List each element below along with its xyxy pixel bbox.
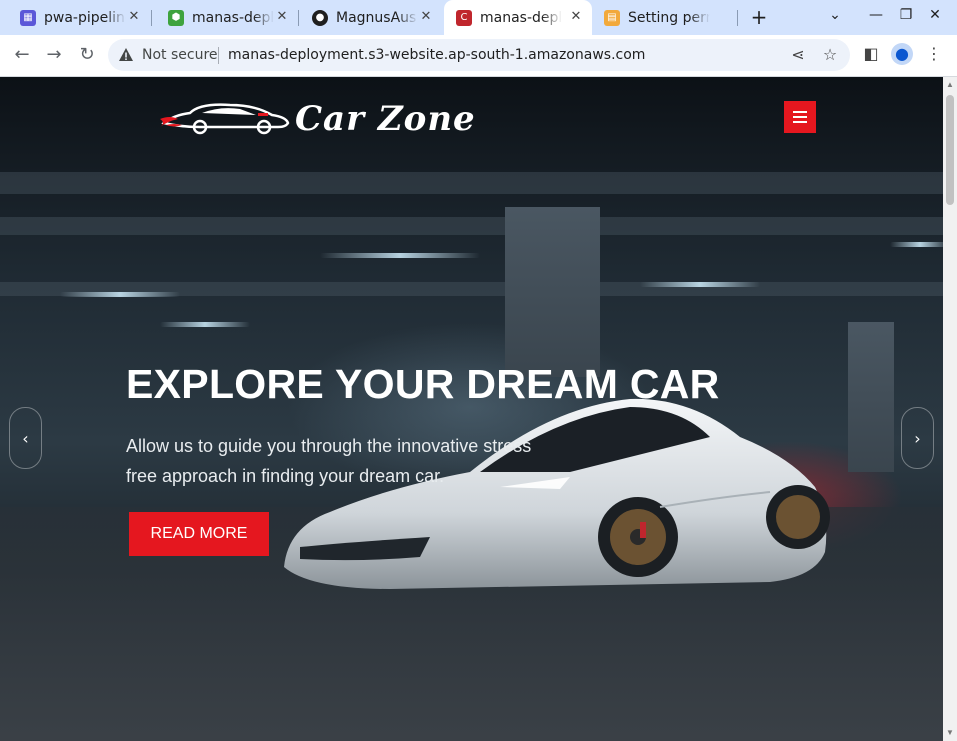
close-icon[interactable]: ✕: [418, 9, 434, 24]
bookmark-star-icon[interactable]: ☆: [820, 45, 840, 64]
car-logo-icon: [160, 103, 290, 135]
ceiling-beam: [0, 217, 943, 235]
profile-avatar-icon[interactable]: ●: [891, 43, 913, 65]
menu-icon-bar: [793, 116, 807, 118]
scroll-down-icon[interactable]: ▼: [946, 729, 954, 737]
scroll-thumb[interactable]: [946, 95, 954, 205]
tab-search-icon[interactable]: ⌄: [826, 7, 844, 23]
close-icon[interactable]: ✕: [274, 9, 290, 24]
forward-icon[interactable]: →: [42, 43, 66, 67]
url-text[interactable]: manas-deployment.s3-website.ap-south-1.a…: [228, 47, 645, 63]
close-window-icon[interactable]: ✕: [926, 7, 944, 23]
carousel-next-button[interactable]: ›: [901, 407, 934, 469]
page-scrollbar[interactable]: ▲ ▼: [943, 77, 957, 741]
hero-description: Allow us to guide you through the innova…: [126, 436, 532, 486]
ceiling-beam: [0, 172, 943, 194]
share-icon[interactable]: ⋖: [788, 45, 808, 64]
new-tab-button[interactable]: +: [748, 5, 770, 29]
ceiling-light: [60, 292, 180, 297]
tab-github[interactable]: ● MagnusAus ✕: [292, 0, 442, 35]
pipeline-icon: ▦: [20, 9, 36, 26]
tab-pwa-pipeline[interactable]: ▦ pwa-pipeline ✕: [0, 0, 150, 35]
chevron-left-icon: ‹: [22, 428, 29, 448]
read-more-button[interactable]: READ MORE: [129, 512, 269, 556]
hero-section: Car Zone EXPLORE YOUR DREAM CAR Allow us…: [0, 77, 943, 741]
menu-icon-bar: [793, 121, 807, 123]
close-icon[interactable]: ✕: [568, 9, 584, 24]
tab-setting-permissions[interactable]: ▤ Setting permissions: [584, 0, 736, 35]
carousel-prev-button[interactable]: ‹: [9, 407, 42, 469]
ceiling-light: [160, 322, 250, 327]
warning-icon: [119, 48, 133, 61]
minimize-icon[interactable]: —: [867, 7, 885, 23]
tab-manas-deployment-build[interactable]: ⬢ manas-deployment ✕: [148, 0, 298, 35]
scroll-up-icon[interactable]: ▲: [946, 81, 954, 89]
chevron-right-icon: ›: [914, 428, 921, 448]
reload-icon[interactable]: ↻: [75, 43, 99, 67]
tab-manas-deployment-site[interactable]: C manas-deployment ✕: [444, 0, 592, 35]
logo-text: Car Zone: [295, 99, 476, 139]
ceiling-light: [320, 253, 480, 258]
aws-docs-icon: ▤: [604, 9, 620, 26]
menu-kebab-icon[interactable]: ⋮: [923, 43, 945, 65]
sports-car-image: [284, 398, 830, 589]
github-icon: ●: [312, 9, 328, 26]
menu-icon-bar: [793, 111, 807, 113]
side-panel-icon[interactable]: ◧: [860, 43, 882, 65]
hamburger-menu-button[interactable]: [784, 101, 816, 133]
codebuild-icon: ⬢: [168, 9, 184, 26]
address-bar[interactable]: Not secure manas-deployment.s3-website.a…: [108, 39, 850, 71]
site-logo[interactable]: Car Zone: [160, 97, 475, 142]
garage-pillar: [848, 322, 894, 472]
ceiling-light: [890, 242, 943, 247]
hero-title: EXPLORE YOUR DREAM CAR: [126, 361, 720, 407]
ceiling-light: [640, 282, 760, 287]
close-icon[interactable]: ✕: [126, 9, 142, 24]
garage-pillar: [505, 207, 600, 377]
browser-toolbar: ← → ↻ Not secure manas-deployment.s3-web…: [0, 35, 957, 77]
back-icon[interactable]: ←: [10, 43, 34, 67]
restore-icon[interactable]: ❐: [897, 7, 915, 23]
tab-strip: ▦ pwa-pipeline ✕ ⬢ manas-deployment ✕ ● …: [0, 0, 957, 35]
security-label[interactable]: Not secure: [142, 47, 218, 63]
s3-site-icon: C: [456, 9, 472, 26]
